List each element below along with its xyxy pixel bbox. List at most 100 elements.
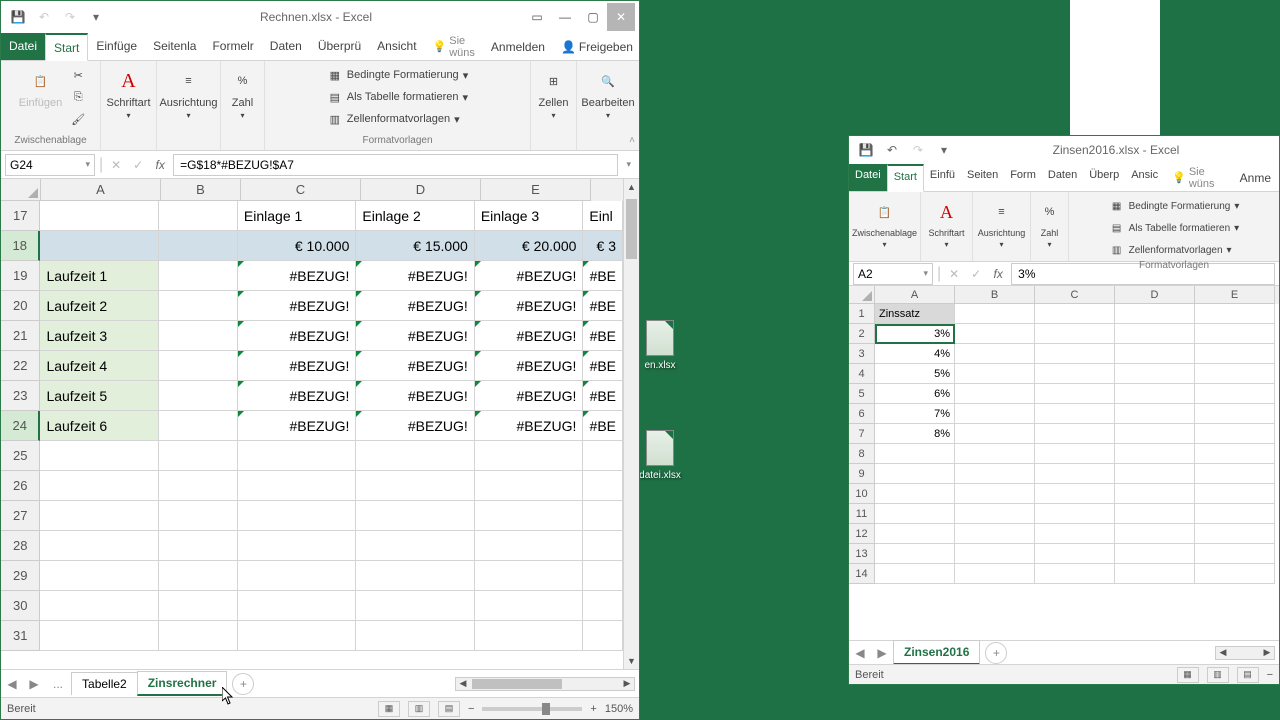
column-header[interactable]: B xyxy=(955,286,1035,304)
cell[interactable] xyxy=(1035,464,1115,484)
cell[interactable] xyxy=(159,501,238,531)
cell[interactable] xyxy=(955,304,1035,324)
cell[interactable] xyxy=(475,441,584,471)
cell[interactable] xyxy=(40,441,158,471)
cell-styles-button[interactable]: ▥Zellenformatvorlagen ▾ xyxy=(327,109,460,129)
cell[interactable] xyxy=(159,561,238,591)
cell[interactable]: 3% xyxy=(875,324,955,344)
cells-group-button[interactable]: ⊞Zellen▾ xyxy=(535,65,573,122)
tab-insert[interactable]: Einfüge xyxy=(88,33,145,60)
cell[interactable] xyxy=(159,351,238,381)
view-break-icon[interactable]: ▤ xyxy=(438,701,460,717)
font-group-button[interactable]: ASchriftart▾ xyxy=(925,196,969,251)
view-normal-icon[interactable]: ▦ xyxy=(1177,667,1199,683)
cell[interactable]: 6% xyxy=(875,384,955,404)
cell[interactable] xyxy=(159,321,238,351)
row-header[interactable]: 27 xyxy=(1,501,40,531)
column-header[interactable]: A xyxy=(875,286,955,304)
cell[interactable] xyxy=(875,464,955,484)
cell[interactable] xyxy=(1195,424,1275,444)
cell[interactable] xyxy=(875,524,955,544)
cell[interactable]: Laufzeit 6 xyxy=(40,411,158,441)
cell[interactable] xyxy=(356,501,474,531)
number-group-button[interactable]: %Zahl▾ xyxy=(1032,196,1068,251)
cell[interactable] xyxy=(1195,504,1275,524)
cell[interactable]: #BE xyxy=(583,351,623,381)
tab-data[interactable]: Daten xyxy=(1042,164,1083,191)
cell[interactable] xyxy=(238,591,356,621)
row-header[interactable]: 30 xyxy=(1,591,40,621)
cell[interactable]: #BEZUG! xyxy=(238,291,356,321)
cell[interactable] xyxy=(955,324,1035,344)
cell[interactable] xyxy=(583,561,623,591)
cell[interactable]: #BEZUG! xyxy=(356,411,474,441)
cell[interactable]: 4% xyxy=(875,344,955,364)
qat-dropdown-icon[interactable]: ▾ xyxy=(85,6,107,28)
cell[interactable]: Einlage 2 xyxy=(356,201,474,231)
formula-expand-icon[interactable]: ▾ xyxy=(622,159,635,170)
cell[interactable] xyxy=(1115,404,1195,424)
cell[interactable] xyxy=(955,444,1035,464)
view-break-icon[interactable]: ▤ xyxy=(1237,667,1259,683)
cell[interactable]: #BE xyxy=(583,321,623,351)
cell[interactable]: #BEZUG! xyxy=(356,261,474,291)
cell[interactable] xyxy=(475,531,584,561)
cell[interactable] xyxy=(40,501,158,531)
cell[interactable]: #BEZUG! xyxy=(475,411,584,441)
cell[interactable] xyxy=(238,621,356,651)
vertical-scrollbar[interactable]: ▲ ▼ xyxy=(623,179,639,669)
cell[interactable] xyxy=(356,441,474,471)
row-header[interactable]: 23 xyxy=(1,381,40,411)
cell[interactable] xyxy=(955,524,1035,544)
cell[interactable] xyxy=(955,464,1035,484)
cell[interactable]: Einlage 3 xyxy=(475,201,584,231)
share-button[interactable]: 👤Freigeben xyxy=(553,33,641,60)
scroll-right-icon[interactable]: ▶ xyxy=(620,678,634,690)
cell[interactable]: #BE xyxy=(583,291,623,321)
close-button[interactable]: ✕ xyxy=(607,3,635,31)
cell[interactable]: #BEZUG! xyxy=(356,291,474,321)
cell[interactable]: #BEZUG! xyxy=(356,321,474,351)
cell[interactable] xyxy=(1195,304,1275,324)
row-header[interactable]: 19 xyxy=(1,261,40,291)
cell[interactable] xyxy=(159,201,238,231)
cell[interactable] xyxy=(1115,424,1195,444)
scroll-up-icon[interactable]: ▲ xyxy=(624,179,639,195)
tab-layout[interactable]: Seiten xyxy=(961,164,1004,191)
conditional-formatting-button[interactable]: ▦Bedingte Formatierung ▾ xyxy=(327,65,468,85)
column-header[interactable]: D xyxy=(1115,286,1195,304)
sheet-overflow[interactable]: ... xyxy=(45,673,71,695)
cell[interactable] xyxy=(475,621,584,651)
row-header[interactable]: 13 xyxy=(849,544,875,564)
zoom-in-icon[interactable]: + xyxy=(590,703,596,715)
cell[interactable] xyxy=(955,344,1035,364)
cell[interactable] xyxy=(875,564,955,584)
scroll-right-icon[interactable]: ▶ xyxy=(1260,647,1274,659)
cell[interactable] xyxy=(583,441,623,471)
cut-button[interactable]: ✂ xyxy=(70,65,86,85)
cell[interactable]: 7% xyxy=(875,404,955,424)
cell[interactable] xyxy=(875,544,955,564)
row-header[interactable]: 9 xyxy=(849,464,875,484)
accept-formula-icon[interactable]: ✓ xyxy=(967,265,985,283)
cell[interactable] xyxy=(583,621,623,651)
tell-me[interactable]: 💡Sie wüns xyxy=(1164,164,1232,191)
row-header[interactable]: 26 xyxy=(1,471,40,501)
tab-insert[interactable]: Einfü xyxy=(924,164,961,191)
cell[interactable] xyxy=(1115,364,1195,384)
tab-start[interactable]: Start xyxy=(45,33,88,61)
row-header[interactable]: 12 xyxy=(849,524,875,544)
cell[interactable] xyxy=(955,364,1035,384)
row-header[interactable]: 10 xyxy=(849,484,875,504)
cell[interactable] xyxy=(159,261,238,291)
sheet-tab-tabelle2[interactable]: Tabelle2 xyxy=(71,672,138,695)
cell[interactable] xyxy=(955,424,1035,444)
cell[interactable] xyxy=(1115,564,1195,584)
cell[interactable] xyxy=(159,591,238,621)
scroll-left-icon[interactable]: ◀ xyxy=(456,678,470,690)
column-header[interactable]: E xyxy=(1195,286,1275,304)
zoom-out-icon[interactable]: − xyxy=(1267,669,1273,681)
cell[interactable] xyxy=(875,484,955,504)
row-header[interactable]: 4 xyxy=(849,364,875,384)
tab-view[interactable]: Ansic xyxy=(1125,164,1164,191)
